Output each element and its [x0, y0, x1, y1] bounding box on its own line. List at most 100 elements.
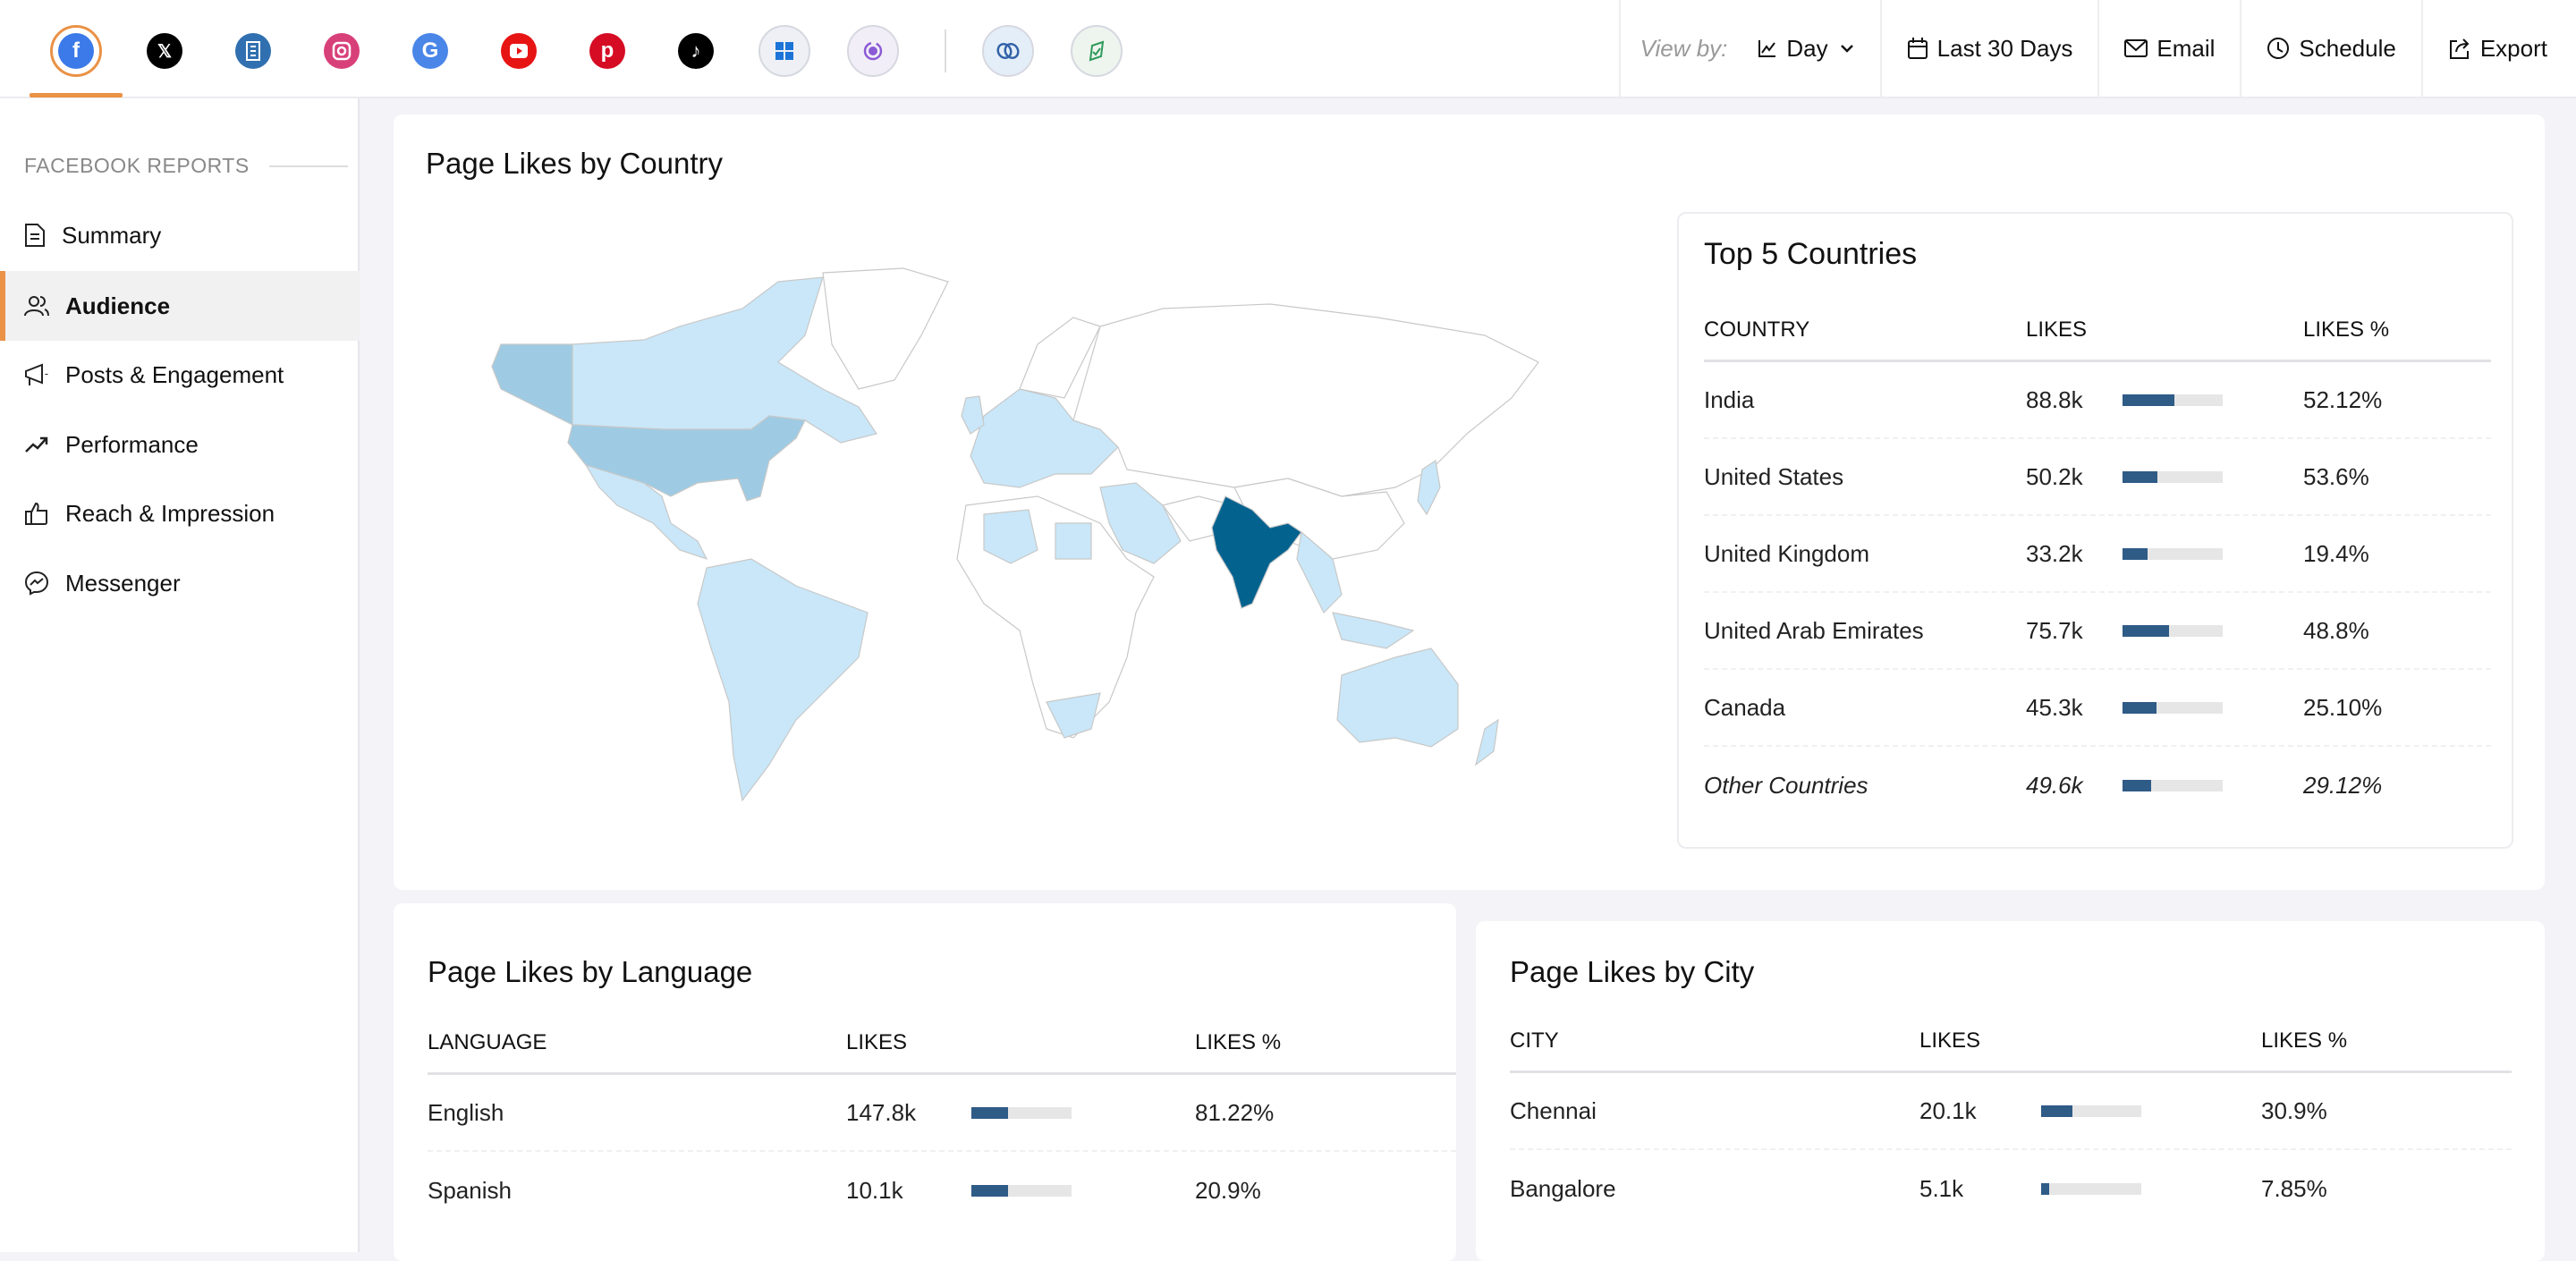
row-likes-pct: 30.9%	[2261, 1096, 2327, 1124]
network-google[interactable]: G	[404, 25, 456, 77]
table-row[interactable]: Spanish 10.1k 20.9%	[428, 1152, 1456, 1229]
row-likes: 20.1k	[1919, 1096, 1977, 1124]
page-likes-by-city-card: Page Likes by City CITY LIKES LIKES % Ch…	[1476, 921, 2545, 1261]
view-by-dropdown[interactable]: View by: Day	[1618, 0, 1880, 97]
likes-bar	[2123, 701, 2223, 714]
document-icon	[25, 224, 45, 247]
network-pinterest[interactable]: p	[581, 25, 633, 77]
row-name: Spanish	[428, 1176, 512, 1204]
table-row[interactable]: Bangalore 5.1k 7.85%	[1510, 1150, 2512, 1227]
map-greenland[interactable]	[822, 267, 949, 390]
network-facebook[interactable]: f	[50, 25, 102, 77]
toolbar-actions: View by: Day Last 30 Days Email Schedule…	[1618, 0, 2576, 97]
row-likes: 147.8k	[846, 1098, 917, 1126]
row-name: United States	[1704, 462, 1844, 490]
date-range-label: Last 30 Days	[1936, 34, 2073, 62]
map-alaska[interactable]	[491, 343, 573, 426]
panel-title: Top 5 Countries	[1704, 237, 1918, 271]
sidebar-item-summary[interactable]: Summary	[0, 200, 360, 270]
row-likes-pct: 25.10%	[2303, 693, 2383, 721]
export-label: Export	[2479, 34, 2547, 62]
table-header: COUNTRY LIKES LIKES %	[1704, 300, 2491, 362]
network-switcher: f 𝕏 G p ♪	[50, 20, 1159, 82]
card-title: Page Likes by Country	[426, 147, 724, 180]
chevron-down-icon	[1840, 45, 1853, 53]
network-scheduler[interactable]	[847, 25, 899, 77]
likes-bar	[2123, 779, 2223, 791]
date-range-button[interactable]: Last 30 Days	[1879, 0, 2098, 97]
table-row[interactable]: United States 50.2k 53.6%	[1704, 439, 2491, 516]
map-australia[interactable]	[1336, 647, 1459, 748]
row-likes-pct: 7.85%	[2261, 1174, 2327, 1202]
table-row[interactable]: English 147.8k 81.22%	[428, 1075, 1456, 1152]
likes-bar	[2123, 624, 2223, 637]
schedule-button[interactable]: Schedule	[2240, 0, 2420, 97]
sidebar-item-performance[interactable]: Performance	[0, 410, 360, 479]
row-likes-pct: 52.12%	[2303, 385, 2383, 413]
sidebar-item-label: Reach & Impression	[65, 499, 275, 527]
row-likes: 33.2k	[2026, 539, 2083, 567]
table-row[interactable]: Chennai 20.1k 30.9%	[1510, 1073, 2512, 1150]
likes-bar	[2123, 470, 2223, 483]
sidebar-item-label: Posts & Engagement	[65, 360, 284, 388]
sidebar-heading-text: FACEBOOK REPORTS	[24, 154, 250, 177]
row-name: Canada	[1704, 693, 1786, 721]
table-row[interactable]: United Arab Emirates 75.7k 48.8%	[1704, 593, 2491, 670]
network-approval[interactable]	[1071, 25, 1123, 77]
row-likes: 10.1k	[846, 1176, 903, 1204]
network-linkedin-pages[interactable]	[227, 25, 279, 77]
col-likes-pct: LIKES %	[2261, 1028, 2348, 1053]
likes-bar	[2041, 1182, 2141, 1195]
row-name: Bangalore	[1510, 1174, 1616, 1202]
email-label: Email	[2157, 34, 2216, 62]
col-likes: LIKES	[2026, 317, 2088, 342]
youtube-icon	[501, 33, 537, 69]
network-x[interactable]: 𝕏	[139, 25, 191, 77]
row-likes-pct: 19.4%	[2303, 539, 2369, 567]
city-table: CITY LIKES LIKES % Chennai 20.1k 30.9% Bang…	[1510, 1011, 2512, 1227]
clock-icon	[855, 33, 891, 69]
line-chart-icon	[1758, 40, 1776, 57]
sidebar-item-messenger[interactable]: Messenger	[0, 548, 360, 618]
table-row[interactable]: Other Countries 49.6k 29.12%	[1704, 747, 2491, 824]
table-header: LANGUAGE LIKES LIKES %	[428, 1012, 1456, 1075]
network-custom-dashboard[interactable]	[758, 25, 810, 77]
heading-rule	[268, 165, 348, 167]
network-instagram[interactable]	[316, 25, 368, 77]
table-row[interactable]: India 88.8k 52.12%	[1704, 362, 2491, 439]
table-header: CITY LIKES LIKES %	[1510, 1011, 2512, 1073]
row-likes: 5.1k	[1919, 1174, 1964, 1202]
approval-icon	[1079, 33, 1114, 69]
sidebar: FACEBOOK REPORTS Summary Audience Posts …	[0, 98, 360, 1252]
instagram-icon	[324, 33, 360, 69]
likes-bar	[971, 1184, 1072, 1197]
facebook-icon: f	[58, 33, 94, 69]
calendar-icon	[1907, 38, 1928, 59]
top-toolbar: f 𝕏 G p ♪ View by: Day Last 30 Days Emai…	[0, 0, 2576, 98]
top-countries-table: COUNTRY LIKES LIKES % India 88.8k 52.12% Un…	[1704, 300, 2491, 824]
likes-bar-fill	[971, 1106, 1008, 1119]
row-likes: 88.8k	[2026, 385, 2083, 413]
sidebar-item-label: Summary	[62, 221, 162, 249]
network-zoho-integration[interactable]	[982, 25, 1034, 77]
col-likes: LIKES	[846, 1029, 908, 1054]
export-button[interactable]: Export	[2420, 0, 2576, 97]
messenger-icon	[24, 571, 49, 596]
network-tiktok[interactable]: ♪	[670, 25, 722, 77]
schedule-label: Schedule	[2299, 34, 2396, 62]
table-row[interactable]: Canada 45.3k 25.10%	[1704, 670, 2491, 747]
sidebar-item-posts-engagement[interactable]: Posts & Engagement	[0, 340, 360, 410]
col-city: CITY	[1510, 1028, 1559, 1053]
row-likes-pct: 20.9%	[1195, 1176, 1261, 1204]
row-name: India	[1704, 385, 1755, 413]
col-likes: LIKES	[1919, 1028, 1981, 1053]
email-button[interactable]: Email	[2097, 0, 2240, 97]
sidebar-item-audience[interactable]: Audience	[0, 271, 360, 341]
tiktok-icon: ♪	[678, 33, 714, 69]
map-south-america[interactable]	[697, 558, 869, 802]
row-likes: 50.2k	[2026, 462, 2083, 490]
network-youtube[interactable]	[493, 25, 545, 77]
table-row[interactable]: United Kingdom 33.2k 19.4%	[1704, 516, 2491, 593]
sidebar-item-reach-impression[interactable]: Reach & Impression	[0, 478, 360, 548]
sidebar-item-label: Audience	[65, 292, 171, 319]
